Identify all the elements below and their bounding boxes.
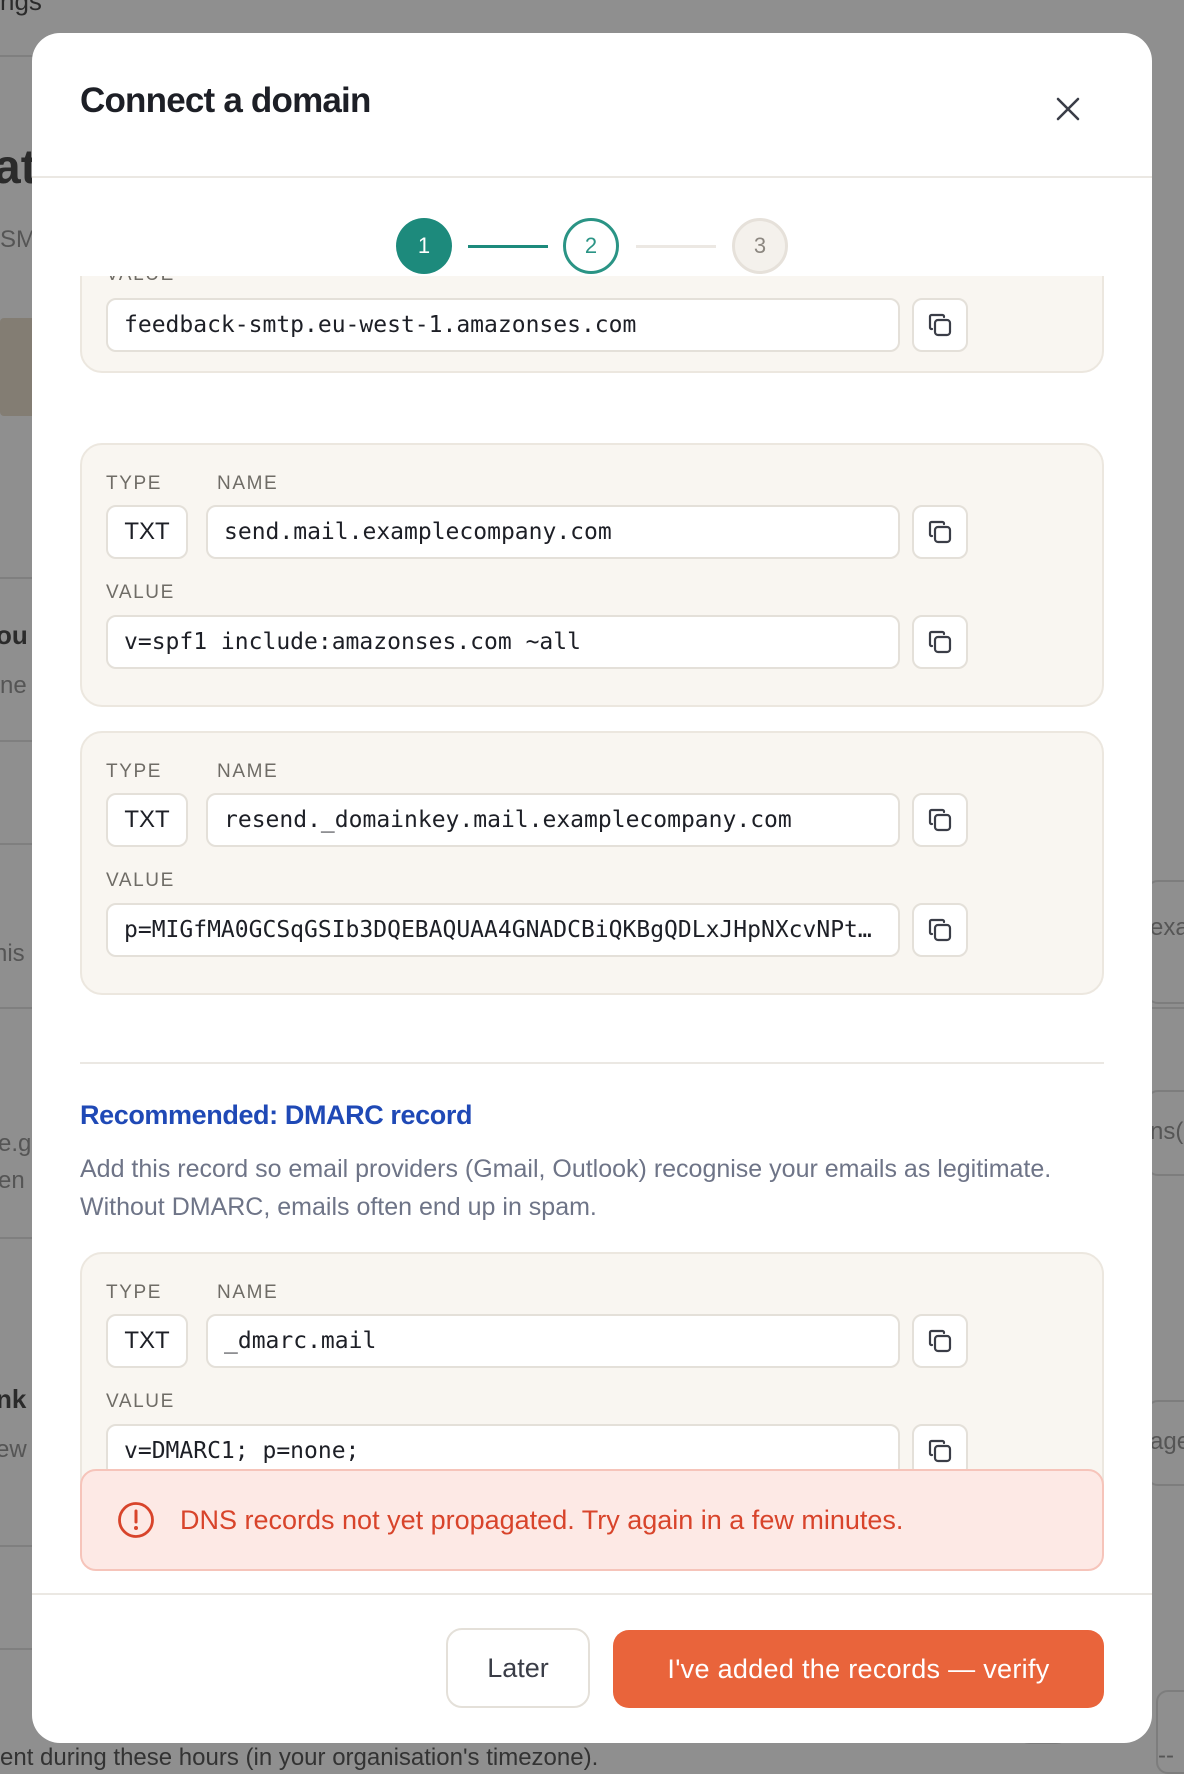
modal-header: Connect a domain [32,33,1152,178]
dmarc-record-card: TYPE NAME TXT _dmarc.mail VALUE v=DMARC1… [80,1252,1104,1501]
dmarc-section-description: Add this record so email providers (Gmai… [80,1155,1052,1221]
value-field[interactable]: v=spf1 include:amazonses.com ~all [106,615,900,669]
bg-text-fragment: age [1150,1428,1184,1455]
bg-text-fragment: en [0,1167,25,1194]
verify-records-button[interactable]: I've added the records — verify [613,1630,1104,1708]
name-label: NAME [217,1282,279,1303]
bg-text-fragment: ou [0,620,28,650]
value-label: VALUE [106,870,175,891]
copy-name-button[interactable] [912,1314,968,1368]
close-icon [1056,97,1080,121]
records-scroll-area[interactable]: VALUE feedback-smtp.eu-west-1.amazonses.… [32,276,1152,1501]
copy-icon [928,313,952,337]
name-label: NAME [217,761,279,782]
alert-message: DNS records not yet propagated. Try agai… [180,1504,904,1535]
step-1-complete: 1 [396,218,452,274]
modal-title: Connect a domain [80,81,371,120]
copy-icon [928,1329,952,1353]
copy-icon [928,918,952,942]
bg-text-fragment: ew [0,1436,27,1463]
type-field[interactable]: TXT [106,793,188,847]
copy-icon [928,520,952,544]
close-button[interactable] [1048,89,1088,129]
dns-record-card: VALUE feedback-smtp.eu-west-1.amazonses.… [80,276,1104,373]
bg-text-fragment: ne [0,672,27,699]
later-button[interactable]: Later [446,1628,590,1708]
connect-domain-modal: Connect a domain 1 2 3 VALUE feedback-sm… [32,33,1152,1743]
type-field[interactable]: TXT [106,1314,188,1368]
copy-value-button[interactable] [912,615,968,669]
type-label: TYPE [106,1282,163,1303]
name-field[interactable]: send.mail.examplecompany.com [206,505,900,559]
alert-circle-icon [118,1502,154,1538]
step-connector-pending [636,245,716,248]
bg-text-fragment: SM [0,226,36,253]
value-field[interactable]: feedback-smtp.eu-west-1.amazonses.com [106,298,900,352]
bg-text-fragment: ns( [1150,1118,1184,1145]
copy-icon [928,808,952,832]
value-label: VALUE [106,1391,175,1412]
step-3-pending: 3 [732,218,788,274]
copy-name-button[interactable] [912,793,968,847]
type-label: TYPE [106,473,163,494]
name-field[interactable]: resend._domainkey.mail.examplecompany.co… [206,793,900,847]
value-label: VALUE [106,582,175,603]
copy-value-button[interactable] [912,298,968,352]
dmarc-section-title: Recommended: DMARC record [80,1100,473,1130]
bg-text-fragment: ent during these hours (in your organisa… [0,1744,599,1771]
copy-icon [928,630,952,654]
bg-block [0,318,36,416]
bg-text-fragment: his [0,940,25,967]
step-connector-complete [468,245,548,248]
name-field[interactable]: _dmarc.mail [206,1314,900,1368]
dns-record-card: TYPE NAME TXT resend._domainkey.mail.exa… [80,731,1104,995]
step-2-current: 2 [563,218,619,274]
bg-text-fragment: ngs [0,0,42,16]
bg-divider [1150,1007,1184,1009]
copy-icon [928,1439,952,1463]
bg-text-fragment: -- [1158,1742,1174,1769]
section-divider [80,1062,1104,1064]
value-field[interactable]: p=MIGfMA0GCSqGSIb3DQEBAQUAA4GNADCBiQKBgQ… [106,903,900,957]
dns-error-alert: DNS records not yet propagated. Try agai… [80,1469,1104,1571]
bg-text-fragment: nk [0,1384,27,1414]
dns-record-card: TYPE NAME TXT send.mail.examplecompany.c… [80,443,1104,707]
bg-text-fragment: e.g [0,1130,32,1157]
copy-name-button[interactable] [912,505,968,559]
bg-text-fragment: exa [1150,914,1184,941]
value-label: VALUE [106,276,175,286]
name-label: NAME [217,473,279,494]
type-field[interactable]: TXT [106,505,188,559]
copy-value-button[interactable] [912,903,968,957]
stepper: 1 2 3 [32,218,1152,276]
type-label: TYPE [106,761,163,782]
